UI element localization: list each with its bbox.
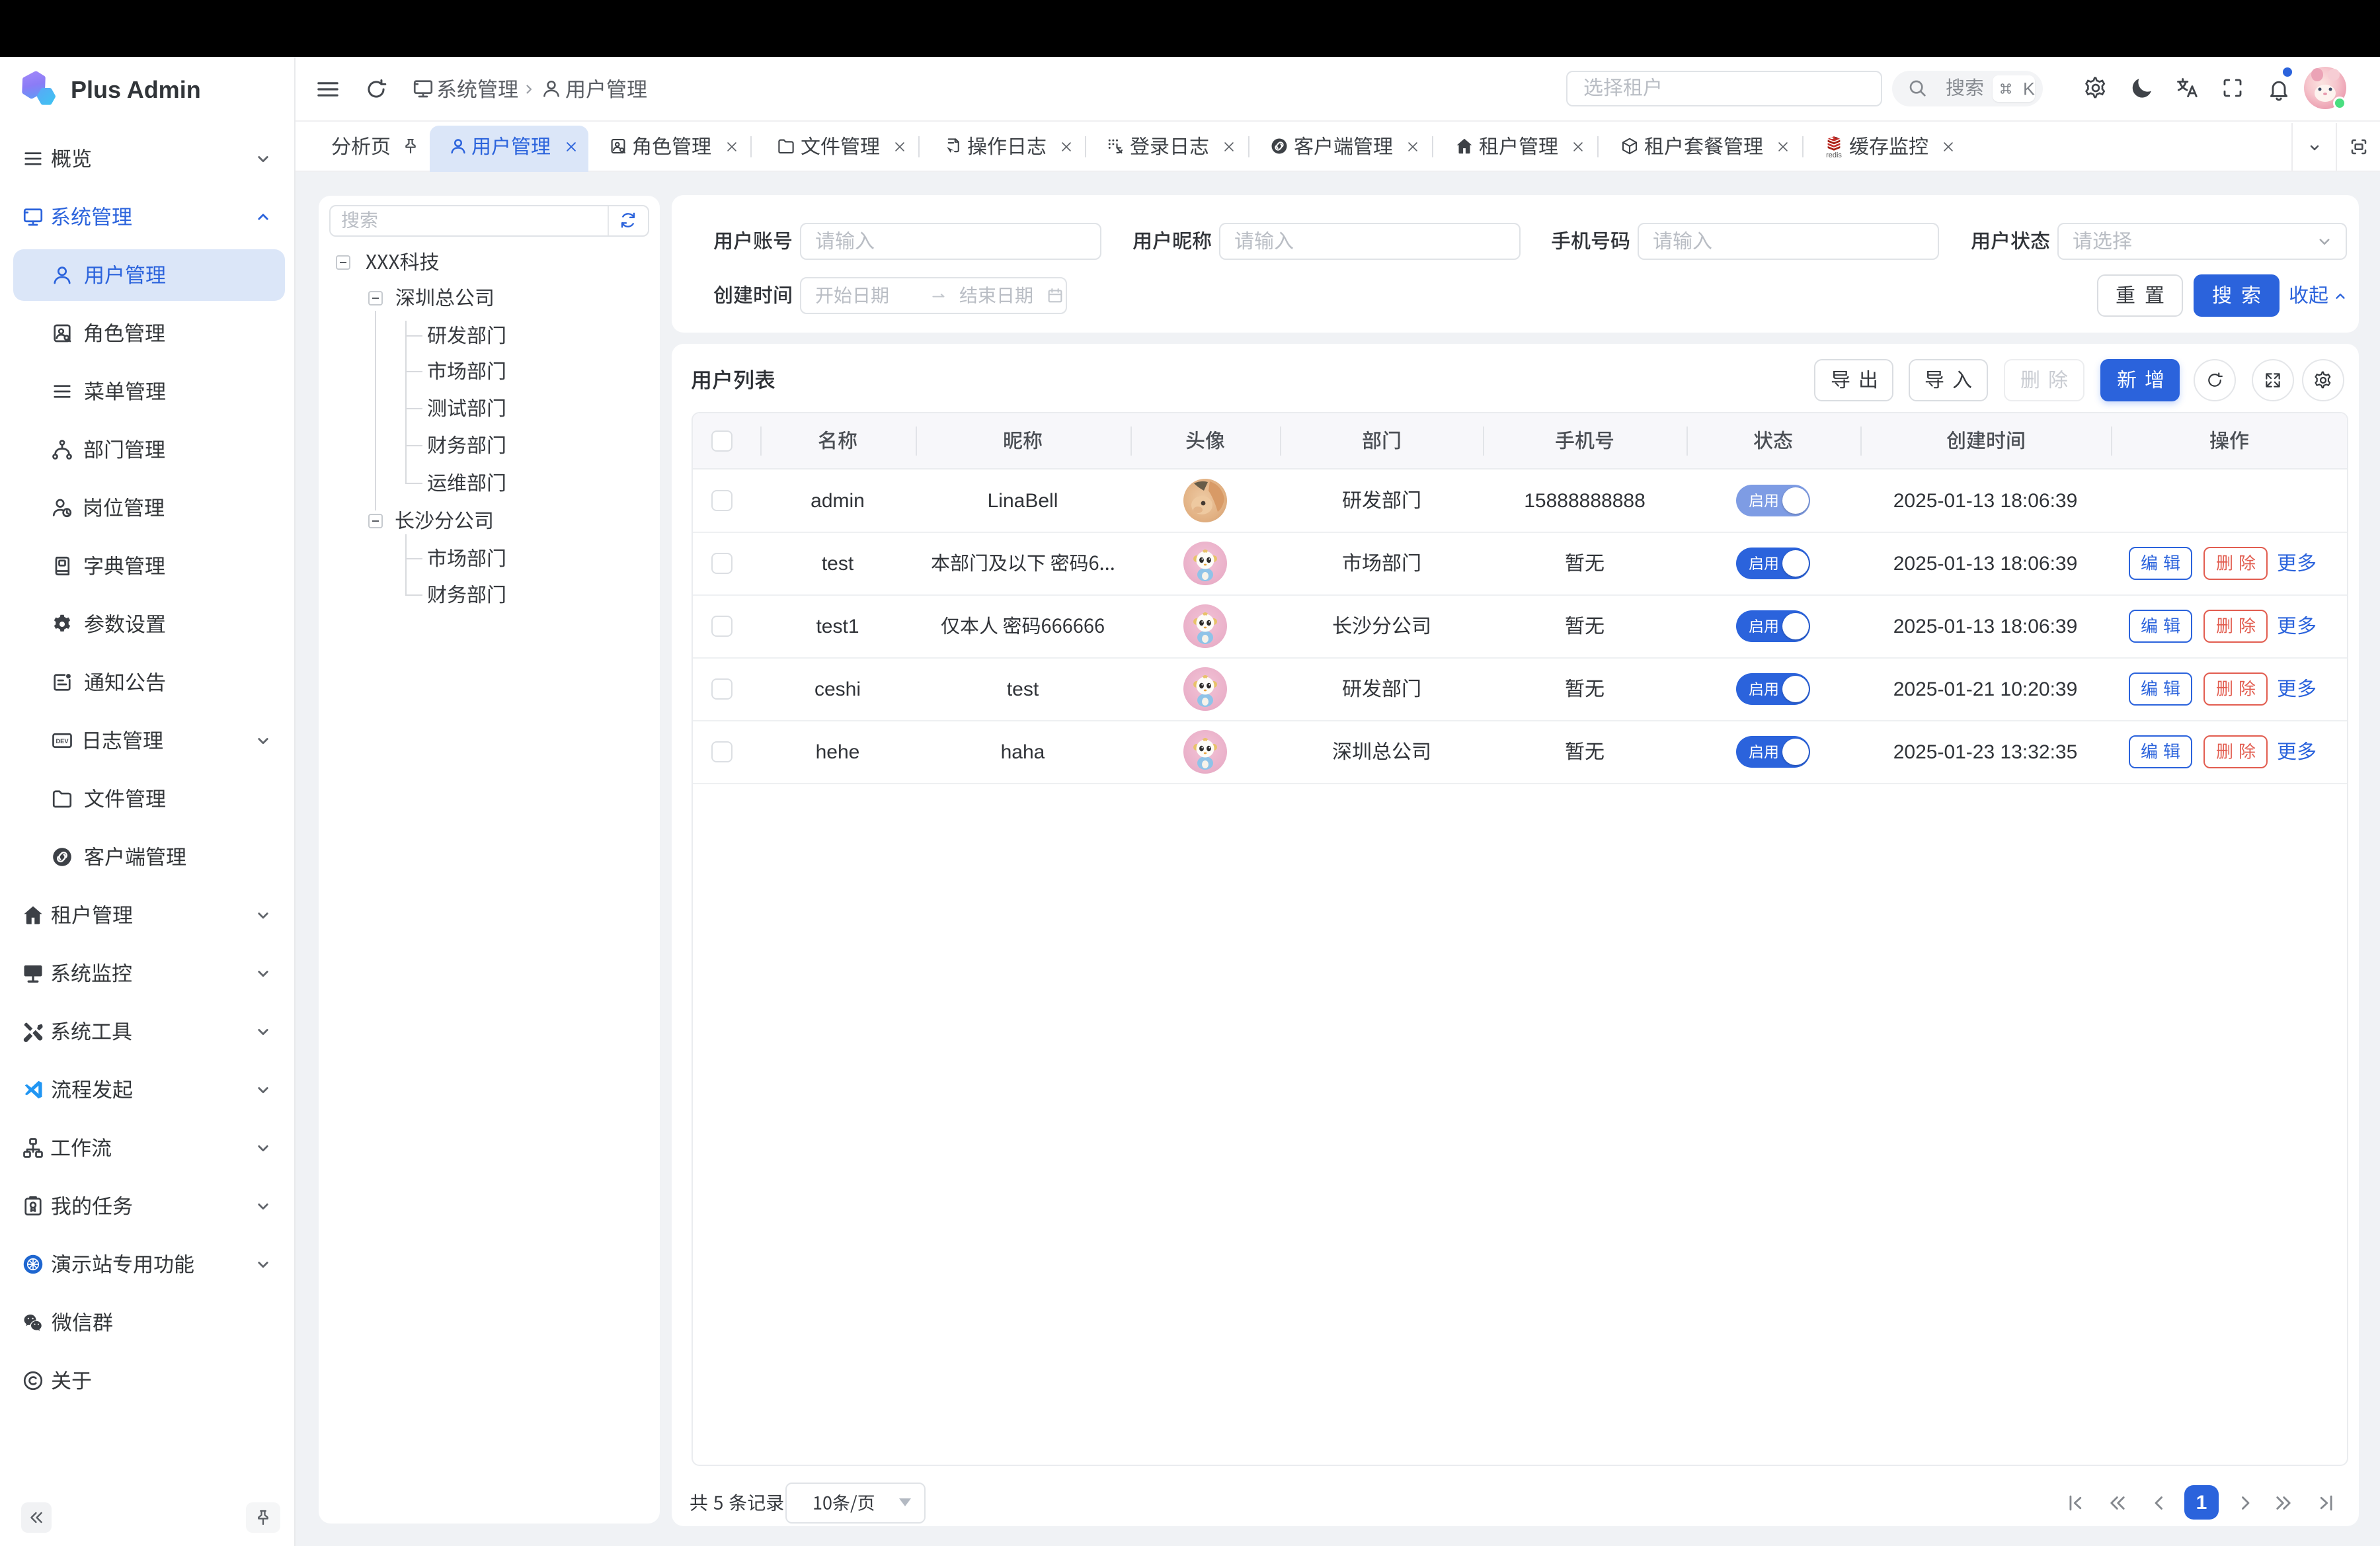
- svg-text:DEV: DEV: [56, 738, 69, 745]
